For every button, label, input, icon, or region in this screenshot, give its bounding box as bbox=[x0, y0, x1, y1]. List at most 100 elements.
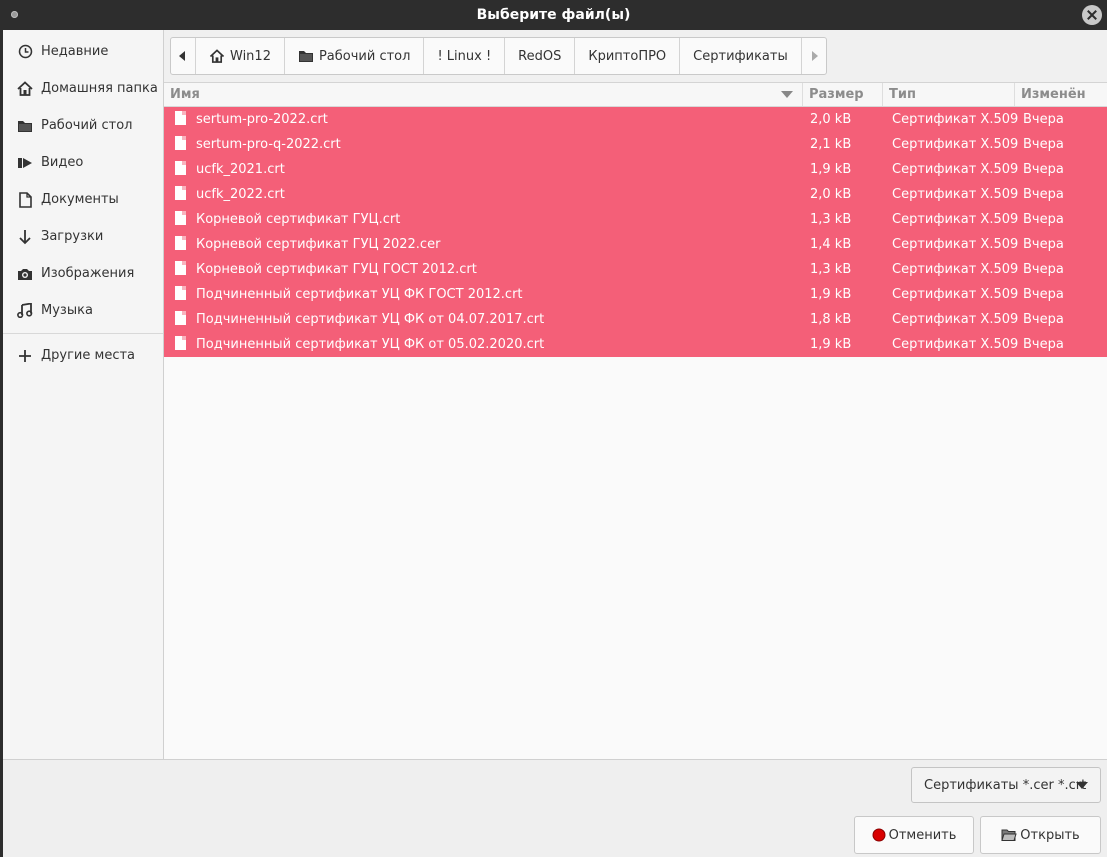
table-row[interactable]: Корневой сертификат ГУЦ 2022.cer 1,4 kB Се… bbox=[164, 232, 1107, 257]
file-icon bbox=[175, 336, 186, 350]
crumb-label: Сертификаты bbox=[693, 48, 788, 64]
video-icon bbox=[17, 155, 33, 171]
crumb-label: КриптоПРО bbox=[588, 48, 667, 64]
cell-modified: Вчера bbox=[1023, 162, 1064, 177]
sidebar-item-label: Недавние bbox=[41, 44, 109, 59]
cancel-button[interactable]: Отменить bbox=[854, 816, 974, 854]
table-row[interactable]: sertum-pro-q-2022.crt 2,1 kB Сертификат X.… bbox=[164, 132, 1107, 157]
folder-icon bbox=[17, 118, 33, 134]
file-icon bbox=[175, 261, 186, 275]
chevron-down-icon bbox=[1076, 782, 1088, 789]
sidebar-item-label: Изображения bbox=[41, 266, 135, 281]
cell-size: 1,9 kB bbox=[810, 162, 852, 177]
table-row[interactable]: Подчиненный сертификат УЦ ФК ГОСТ 2012.c… bbox=[164, 282, 1107, 307]
open-button[interactable]: Открыть bbox=[980, 816, 1101, 854]
cell-type: Сертификат X.509 bbox=[892, 162, 1019, 177]
path-scroll-left-button[interactable] bbox=[171, 38, 196, 74]
stop-icon bbox=[872, 828, 886, 842]
crumb-desktop[interactable]: Рабочий стол bbox=[285, 38, 425, 74]
crumb-certificates[interactable]: Сертификаты bbox=[680, 38, 802, 74]
crumb-label: ! Linux ! bbox=[437, 48, 492, 64]
file-chooser-dialog: Выберите файл(ы) Недавние Домашняя папка… bbox=[0, 0, 1107, 857]
cell-type: Сертификат X.509 bbox=[892, 337, 1019, 352]
file-icon bbox=[175, 136, 186, 150]
path-scroll-right-button[interactable] bbox=[802, 38, 826, 74]
cell-size: 1,8 kB bbox=[810, 312, 852, 327]
sidebar-item-label: Музыка bbox=[41, 303, 93, 318]
crumb-linux[interactable]: ! Linux ! bbox=[424, 38, 506, 74]
table-row[interactable]: Подчиненный сертификат УЦ ФК от 04.07.20… bbox=[164, 307, 1107, 332]
cell-type: Сертификат X.509 bbox=[892, 187, 1019, 202]
crumb-redos[interactable]: RedOS bbox=[505, 38, 576, 74]
cell-modified: Вчера bbox=[1023, 312, 1064, 327]
home-icon bbox=[209, 49, 225, 63]
column-header-size[interactable]: Размер bbox=[803, 83, 883, 106]
column-header-modified[interactable]: Изменён bbox=[1015, 83, 1107, 106]
cell-type: Сертификат X.509 bbox=[892, 212, 1019, 227]
sidebar-item-pictures[interactable]: Изображения bbox=[3, 255, 163, 292]
cell-name: Подчиненный сертификат УЦ ФК от 04.07.20… bbox=[196, 312, 545, 327]
cell-modified: Вчера bbox=[1023, 187, 1064, 202]
table-row[interactable]: Подчиненный сертификат УЦ ФК от 05.02.20… bbox=[164, 332, 1107, 357]
sidebar-item-recent[interactable]: Недавние bbox=[3, 33, 163, 70]
crumb-label: Win12 bbox=[230, 48, 271, 64]
file-icon bbox=[175, 211, 186, 225]
clock-icon bbox=[17, 44, 33, 60]
cell-modified: Вчера bbox=[1023, 337, 1064, 352]
cell-size: 1,3 kB bbox=[810, 212, 852, 227]
cell-size: 1,9 kB bbox=[810, 287, 852, 302]
sidebar-item-documents[interactable]: Документы bbox=[3, 181, 163, 218]
file-list[interactable]: Имя Размер Тип Изменён sertum-pro-2022.c… bbox=[164, 82, 1107, 760]
sidebar-item-label: Документы bbox=[41, 192, 119, 207]
close-icon[interactable] bbox=[1082, 5, 1102, 25]
crumb-win12[interactable]: Win12 bbox=[196, 38, 285, 74]
cell-name: sertum-pro-q-2022.crt bbox=[196, 137, 341, 152]
cell-size: 2,0 kB bbox=[810, 112, 852, 127]
cell-size: 1,9 kB bbox=[810, 337, 852, 352]
table-row[interactable]: ucfk_2021.crt 1,9 kB Сертификат X.509 Вчера bbox=[164, 157, 1107, 182]
sidebar-item-label: Загрузки bbox=[41, 229, 104, 244]
file-icon bbox=[175, 186, 186, 200]
sidebar-item-desktop[interactable]: Рабочий стол bbox=[3, 107, 163, 144]
open-button-label: Открыть bbox=[1020, 827, 1080, 843]
cell-type: Сертификат X.509 bbox=[892, 137, 1019, 152]
column-header-type[interactable]: Тип bbox=[883, 83, 1015, 106]
cell-name: Корневой сертификат ГУЦ.crt bbox=[196, 212, 401, 227]
home-icon bbox=[17, 81, 33, 97]
table-row[interactable]: Корневой сертификат ГУЦ ГОСТ 2012.crt 1,3… bbox=[164, 257, 1107, 282]
crumb-cryptopro[interactable]: КриптоПРО bbox=[575, 38, 681, 74]
sidebar-item-music[interactable]: Музыка bbox=[3, 292, 163, 329]
sidebar-item-label: Домашняя папка bbox=[41, 81, 158, 96]
cell-size: 1,3 kB bbox=[810, 262, 852, 277]
sidebar-item-other-places[interactable]: Другие места bbox=[3, 337, 163, 374]
path-bar: Win12 Рабочий стол ! Linux ! RedOS Крипт… bbox=[164, 30, 1107, 82]
cell-modified: Вчера bbox=[1023, 212, 1064, 227]
dialog-footer: Сертификаты *.cer *.crt Отменить Открыть bbox=[3, 759, 1107, 857]
file-icon bbox=[175, 311, 186, 325]
camera-icon bbox=[17, 266, 33, 282]
cell-size: 2,0 kB bbox=[810, 187, 852, 202]
cell-modified: Вчера bbox=[1023, 287, 1064, 302]
column-header-name[interactable]: Имя bbox=[164, 83, 803, 106]
window-title: Выберите файл(ы) bbox=[476, 7, 631, 23]
file-icon bbox=[175, 286, 186, 300]
file-filter-dropdown[interactable]: Сертификаты *.cer *.crt bbox=[911, 767, 1101, 803]
chevron-left-icon bbox=[179, 51, 185, 61]
table-row[interactable]: ucfk_2022.crt 2,0 kB Сертификат X.509 Вчера bbox=[164, 182, 1107, 207]
cancel-button-label: Отменить bbox=[888, 827, 957, 843]
table-row[interactable]: Корневой сертификат ГУЦ.crt 1,3 kB Сертифи… bbox=[164, 207, 1107, 232]
column-header-row: Имя Размер Тип Изменён bbox=[164, 83, 1107, 107]
column-header-label: Размер bbox=[809, 87, 864, 102]
table-row[interactable]: sertum-pro-2022.crt 2,0 kB Сертификат X.50… bbox=[164, 107, 1107, 132]
sidebar-item-downloads[interactable]: Загрузки bbox=[3, 218, 163, 255]
sidebar-item-videos[interactable]: Видео bbox=[3, 144, 163, 181]
sidebar-item-home[interactable]: Домашняя папка bbox=[3, 70, 163, 107]
sidebar-item-label: Рабочий стол bbox=[41, 118, 133, 133]
cell-type: Сертификат X.509 bbox=[892, 312, 1019, 327]
cell-name: ucfk_2022.crt bbox=[196, 187, 285, 202]
column-header-label: Изменён bbox=[1021, 87, 1086, 102]
open-folder-icon bbox=[1001, 828, 1017, 842]
cell-name: Подчиненный сертификат УЦ ФК ГОСТ 2012.c… bbox=[196, 287, 523, 302]
places-sidebar: Недавние Домашняя папка Рабочий стол Вид… bbox=[3, 30, 164, 759]
file-icon bbox=[175, 161, 186, 175]
